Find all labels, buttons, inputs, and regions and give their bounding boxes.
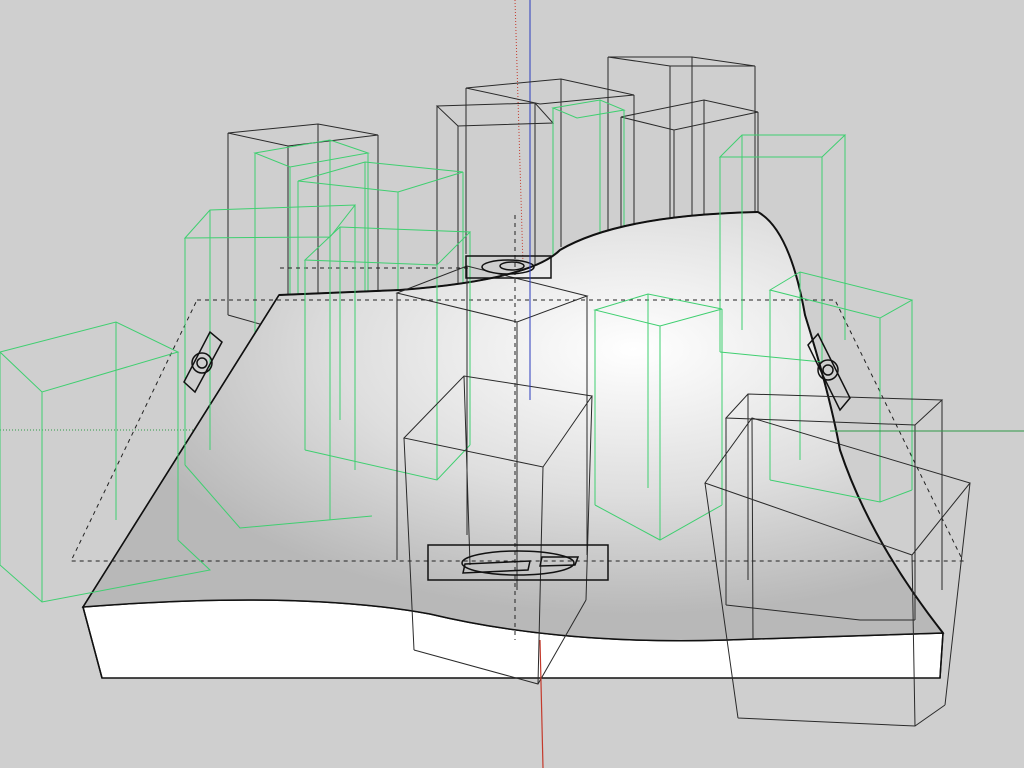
marker-symbol-left [183,330,223,394]
terrain-slab [81,211,945,679]
scene-canvas[interactable] [0,0,1024,768]
modeling-viewport[interactable] [0,0,1024,768]
terrain-top-surface [81,211,945,642]
black-wireframe-box [435,102,555,290]
